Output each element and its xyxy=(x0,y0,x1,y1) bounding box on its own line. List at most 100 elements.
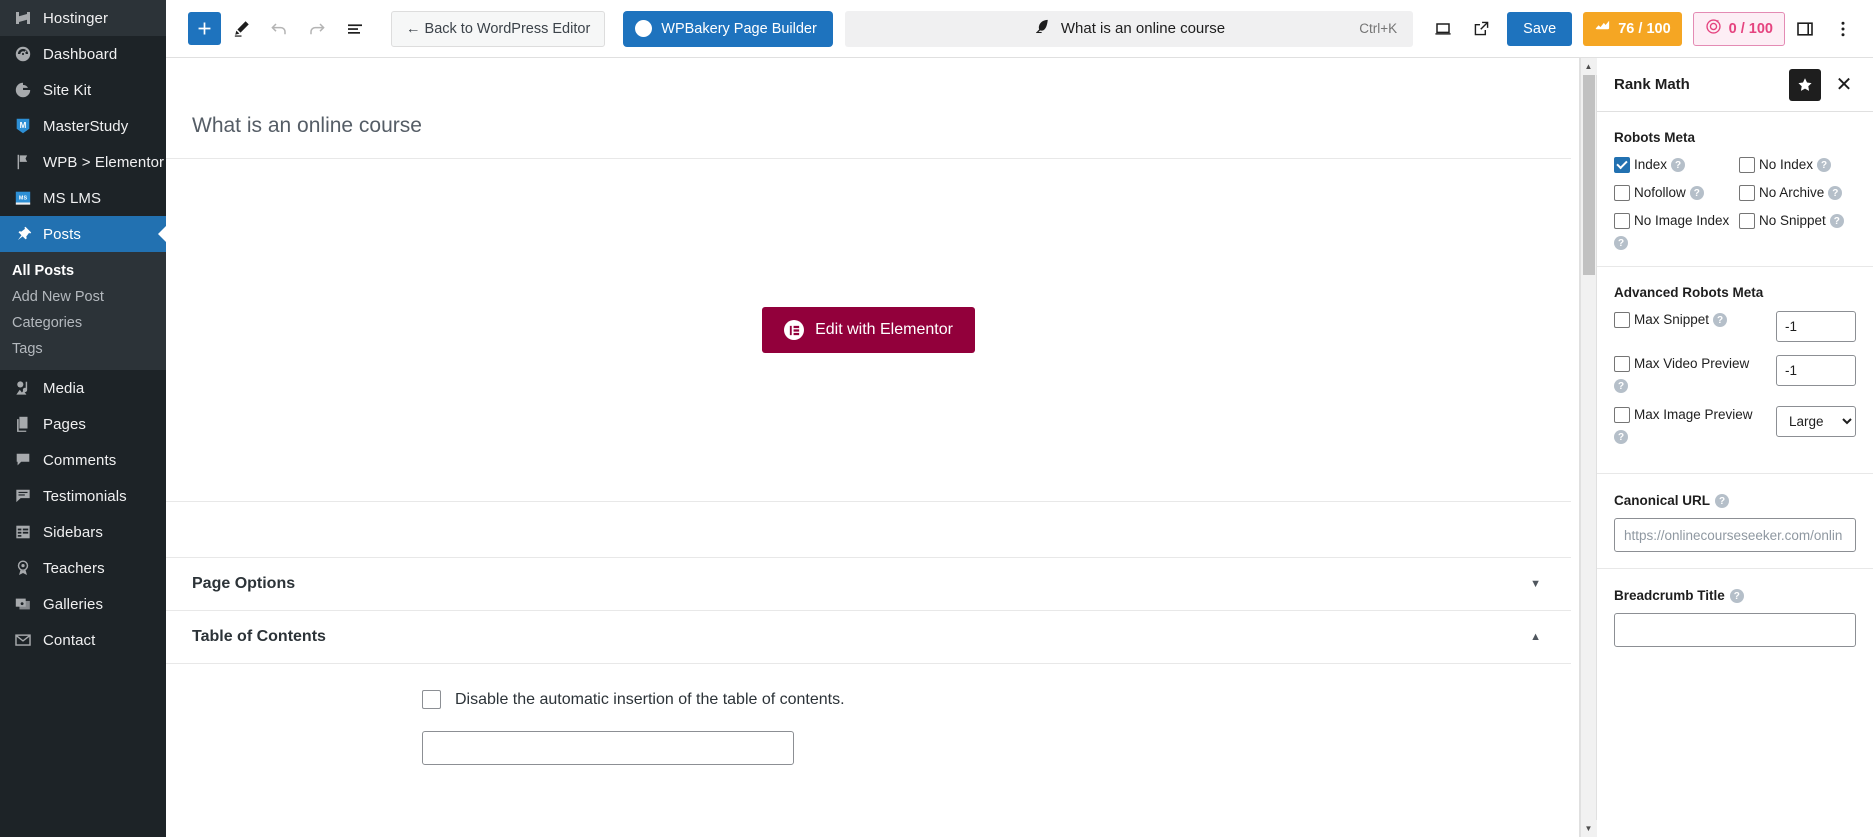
sidebar-item-masterstudy[interactable]: M MasterStudy xyxy=(0,108,166,144)
sidebar-item-wpb-elementor[interactable]: WPB > Elementor xyxy=(0,144,166,180)
rank-math-title: Rank Math xyxy=(1614,76,1690,93)
sidebar-item-contact[interactable]: Contact xyxy=(0,622,166,658)
max-video-preview-checkbox[interactable] xyxy=(1614,356,1630,372)
submenu-item-tags[interactable]: Tags xyxy=(0,336,166,362)
nofollow-checkbox[interactable] xyxy=(1614,185,1630,201)
index-checkbox[interactable] xyxy=(1614,157,1630,173)
breadcrumb-title-label: Breadcrumb Title xyxy=(1614,587,1725,603)
edit-tool-button[interactable] xyxy=(223,11,259,47)
more-options-button[interactable] xyxy=(1825,11,1861,47)
scrollbar-thumb[interactable] xyxy=(1582,75,1595,275)
help-icon[interactable]: ? xyxy=(1614,430,1628,444)
chevron-down-icon: ▼ xyxy=(1530,578,1541,590)
sidebar-item-hostinger[interactable]: Hostinger xyxy=(0,0,166,36)
save-button[interactable]: Save xyxy=(1507,11,1573,46)
sidebar-item-ms-lms[interactable]: MS MS LMS xyxy=(0,180,166,216)
add-block-button[interactable] xyxy=(188,12,221,45)
max-snippet-checkbox[interactable] xyxy=(1614,312,1630,328)
no-snippet-checkbox[interactable] xyxy=(1739,213,1755,229)
robots-option-no-image-index[interactable]: No Image Index ? xyxy=(1614,212,1731,250)
help-icon[interactable]: ? xyxy=(1713,313,1728,327)
sidebar-item-galleries[interactable]: Galleries xyxy=(0,586,166,622)
no-image-index-checkbox[interactable] xyxy=(1614,213,1630,229)
sidebar-item-comments[interactable]: Comments xyxy=(0,442,166,478)
close-icon[interactable]: ✕ xyxy=(1829,70,1859,100)
no-archive-checkbox[interactable] xyxy=(1739,185,1755,201)
elementor-button-label: Edit with Elementor xyxy=(815,321,953,338)
editor-content-body: Edit with Elementor xyxy=(166,159,1571,502)
max-image-preview-checkbox[interactable] xyxy=(1614,407,1630,423)
max-image-preview-select[interactable]: Large xyxy=(1776,406,1856,437)
help-icon[interactable]: ? xyxy=(1817,158,1832,172)
max-snippet-label-group[interactable]: Max Snippet ? xyxy=(1614,311,1728,329)
sidebar-item-dashboard[interactable]: Dashboard xyxy=(0,36,166,72)
scroll-down-arrow-icon[interactable]: ▼ xyxy=(1580,820,1597,837)
table-of-contents-accordion[interactable]: Table of Contents ▲ xyxy=(166,611,1571,664)
view-post-external-button[interactable] xyxy=(1463,11,1499,47)
wordpress-admin-screen: Hostinger Dashboard Site Kit M MasterStu… xyxy=(0,0,1873,837)
toggle-sidebar-button[interactable] xyxy=(1787,11,1823,47)
breadcrumb-title-input[interactable] xyxy=(1614,613,1856,647)
max-snippet-input[interactable] xyxy=(1776,311,1856,342)
star-icon[interactable] xyxy=(1789,68,1821,101)
sidebar-item-media[interactable]: Media xyxy=(0,370,166,406)
help-icon[interactable]: ? xyxy=(1828,186,1843,200)
robots-option-index[interactable]: Index ? xyxy=(1614,156,1731,174)
post-title[interactable]: What is an online course xyxy=(166,58,1571,159)
max-video-preview-label-group[interactable]: Max Video Preview ? xyxy=(1614,355,1764,393)
robots-option-no-archive[interactable]: No Archive ? xyxy=(1739,184,1856,202)
help-icon[interactable]: ? xyxy=(1729,589,1744,603)
help-icon[interactable]: ? xyxy=(1614,236,1628,250)
no-snippet-label: No Snippet xyxy=(1759,213,1826,228)
help-icon[interactable]: ? xyxy=(1671,158,1686,172)
galleries-icon xyxy=(12,594,33,615)
sidebar-item-pages[interactable]: Pages xyxy=(0,406,166,442)
sidebar-item-posts[interactable]: Posts xyxy=(0,216,166,252)
robots-option-no-index[interactable]: No Index ? xyxy=(1739,156,1856,174)
ms-lms-icon: MS xyxy=(12,188,33,209)
toc-disable-checkbox[interactable] xyxy=(422,690,441,709)
advanced-row-max-image-preview: Max Image Preview ? Large xyxy=(1614,406,1856,444)
canvas-scrollbar[interactable]: ▲ ▼ xyxy=(1580,58,1597,837)
sidebar-item-teachers[interactable]: Teachers xyxy=(0,550,166,586)
no-index-checkbox[interactable] xyxy=(1739,157,1755,173)
edit-with-elementor-button[interactable]: Edit with Elementor xyxy=(762,307,975,353)
redo-button[interactable] xyxy=(299,11,335,47)
post-canvas: What is an online course Edit with Eleme… xyxy=(166,58,1580,837)
submenu-item-categories[interactable]: Categories xyxy=(0,310,166,336)
robots-option-nofollow[interactable]: Nofollow ? xyxy=(1614,184,1731,202)
admin-sidebar: Hostinger Dashboard Site Kit M MasterStu… xyxy=(0,0,166,837)
canonical-url-input[interactable] xyxy=(1614,518,1856,552)
svg-text:M: M xyxy=(19,121,26,130)
sidebars-icon xyxy=(12,522,33,543)
robots-meta-section: Robots Meta Index ? No Index ? Nofollow … xyxy=(1597,112,1873,267)
toc-text-input[interactable] xyxy=(422,731,794,765)
submenu-item-all-posts[interactable]: All Posts xyxy=(0,258,166,284)
preview-device-button[interactable] xyxy=(1425,11,1461,47)
submenu-item-add-new-post[interactable]: Add New Post xyxy=(0,284,166,310)
wpbakery-page-builder-button[interactable]: WPBakery Page Builder xyxy=(623,10,833,47)
document-overview-button[interactable] xyxy=(337,11,373,47)
sidebar-item-sidebars[interactable]: Sidebars xyxy=(0,514,166,550)
help-icon[interactable]: ? xyxy=(1829,214,1844,228)
max-image-preview-label-group[interactable]: Max Image Preview ? xyxy=(1614,406,1764,444)
content-ai-icon xyxy=(1705,18,1722,39)
seo-score-button[interactable]: 76 / 100 xyxy=(1583,11,1682,46)
scroll-up-arrow-icon[interactable]: ▲ xyxy=(1580,58,1597,75)
help-icon[interactable]: ? xyxy=(1614,379,1628,393)
sidebar-item-site-kit[interactable]: Site Kit xyxy=(0,72,166,108)
page-options-accordion[interactable]: Page Options ▼ xyxy=(166,558,1571,611)
robots-option-no-snippet[interactable]: No Snippet ? xyxy=(1739,212,1856,250)
toggle-dot-icon xyxy=(635,20,653,37)
scrollbar-track[interactable] xyxy=(1581,75,1597,820)
sidebar-item-testimonials[interactable]: Testimonials xyxy=(0,478,166,514)
back-to-wordpress-editor-button[interactable]: ← Back to WordPress Editor xyxy=(391,10,606,47)
command-palette-bar[interactable]: What is an online course Ctrl+K xyxy=(844,10,1414,47)
max-snippet-label: Max Snippet xyxy=(1634,312,1710,327)
content-ai-button[interactable]: 0 / 100 xyxy=(1692,11,1785,46)
max-video-preview-input[interactable] xyxy=(1776,355,1856,386)
help-icon[interactable]: ? xyxy=(1689,186,1704,200)
help-icon[interactable]: ? xyxy=(1715,494,1730,508)
pages-icon xyxy=(12,414,33,435)
undo-button[interactable] xyxy=(261,11,297,47)
